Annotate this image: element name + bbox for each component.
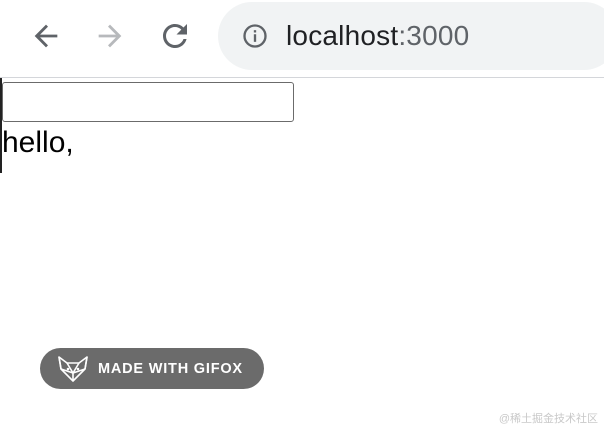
made-with-gifox-badge[interactable]: MADE WITH GIFOX	[40, 348, 264, 389]
site-info-button[interactable]	[240, 21, 270, 51]
url-host: localhost	[286, 20, 399, 51]
info-icon	[243, 24, 267, 48]
reload-icon	[163, 23, 187, 48]
address-bar[interactable]: localhost:3000	[218, 2, 604, 70]
url-text[interactable]: localhost:3000	[286, 20, 469, 52]
reload-button[interactable]	[155, 16, 195, 56]
url-port: :3000	[398, 20, 470, 51]
browser-window: localhost:3000 hello, MADE WITH GIFOX @稀…	[0, 0, 604, 430]
text-input[interactable]	[2, 82, 294, 122]
forward-arrow-icon	[98, 24, 122, 48]
watermark-text: @稀土掘金技术社区	[498, 413, 598, 425]
back-button[interactable]	[26, 16, 66, 56]
back-arrow-icon	[34, 24, 58, 48]
browser-toolbar: localhost:3000	[0, 0, 604, 78]
greeting-text: hello,	[2, 126, 74, 159]
forward-button[interactable]	[90, 16, 130, 56]
badge-label: MADE WITH GIFOX	[98, 360, 243, 377]
fox-logo-icon	[56, 354, 90, 384]
